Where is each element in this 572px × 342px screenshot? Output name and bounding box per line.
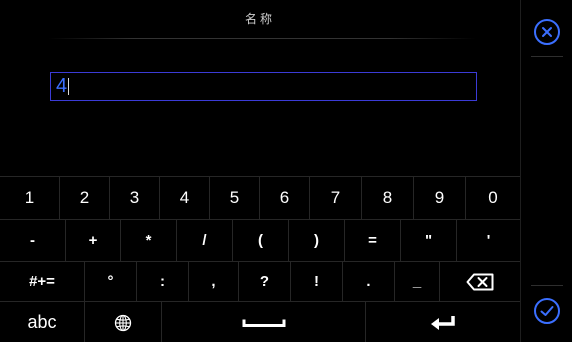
key-3[interactable]: 3 bbox=[110, 177, 160, 219]
key-9[interactable]: 9 bbox=[414, 177, 466, 219]
key-row-bottom: abc bbox=[0, 302, 520, 342]
key-4[interactable]: 4 bbox=[160, 177, 210, 219]
language-key[interactable] bbox=[85, 302, 162, 342]
key-minus[interactable]: - bbox=[0, 220, 66, 261]
on-screen-keyboard: 1 2 3 4 5 6 7 8 9 0 - + * / ( ) = " ' #+… bbox=[0, 176, 520, 342]
key-open-paren[interactable]: ( bbox=[233, 220, 289, 261]
key-2[interactable]: 2 bbox=[60, 177, 110, 219]
key-7[interactable]: 7 bbox=[310, 177, 362, 219]
space-key[interactable] bbox=[162, 302, 366, 342]
key-close-paren[interactable]: ) bbox=[289, 220, 345, 261]
key-plus[interactable]: + bbox=[66, 220, 121, 261]
side-divider-top bbox=[531, 56, 563, 57]
key-abc[interactable]: abc bbox=[0, 302, 85, 342]
key-exclamation[interactable]: ! bbox=[291, 262, 343, 301]
key-period[interactable]: . bbox=[343, 262, 395, 301]
globe-icon bbox=[114, 314, 132, 331]
key-degree[interactable]: ° bbox=[85, 262, 137, 301]
key-more-symbols[interactable]: #+= bbox=[0, 262, 85, 301]
close-button[interactable] bbox=[534, 19, 560, 45]
key-colon[interactable]: : bbox=[137, 262, 189, 301]
dialog-title: 名称 bbox=[244, 12, 275, 26]
name-input-value: 4 bbox=[56, 75, 68, 97]
key-single-quote[interactable]: ' bbox=[457, 220, 520, 261]
key-slash[interactable]: / bbox=[177, 220, 233, 261]
key-row-digits: 1 2 3 4 5 6 7 8 9 0 bbox=[0, 177, 520, 220]
enter-icon bbox=[431, 315, 455, 330]
key-underscore[interactable]: _ bbox=[395, 262, 440, 301]
key-1[interactable]: 1 bbox=[0, 177, 60, 219]
text-caret bbox=[68, 78, 70, 96]
key-double-quote[interactable]: " bbox=[401, 220, 457, 261]
key-equals[interactable]: = bbox=[345, 220, 401, 261]
title-divider bbox=[48, 38, 476, 39]
backspace-key[interactable] bbox=[440, 262, 520, 301]
close-circle-icon bbox=[542, 27, 552, 37]
backspace-icon bbox=[466, 273, 494, 290]
key-asterisk[interactable]: * bbox=[121, 220, 177, 261]
enter-key[interactable] bbox=[366, 302, 520, 342]
key-6[interactable]: 6 bbox=[260, 177, 310, 219]
key-0[interactable]: 0 bbox=[466, 177, 520, 219]
key-row-symbols: #+= ° : , ? ! . _ bbox=[0, 262, 520, 302]
key-8[interactable]: 8 bbox=[362, 177, 414, 219]
key-5[interactable]: 5 bbox=[210, 177, 260, 219]
confirm-button[interactable] bbox=[534, 298, 560, 324]
key-row-operators: - + * / ( ) = " ' bbox=[0, 220, 520, 262]
space-bar-icon bbox=[242, 319, 285, 327]
key-question[interactable]: ? bbox=[239, 262, 291, 301]
side-divider-bottom bbox=[531, 285, 563, 286]
check-circle-icon bbox=[540, 306, 554, 316]
key-comma[interactable]: , bbox=[189, 262, 239, 301]
name-input[interactable]: 4 bbox=[50, 72, 477, 101]
side-panel bbox=[520, 0, 572, 342]
